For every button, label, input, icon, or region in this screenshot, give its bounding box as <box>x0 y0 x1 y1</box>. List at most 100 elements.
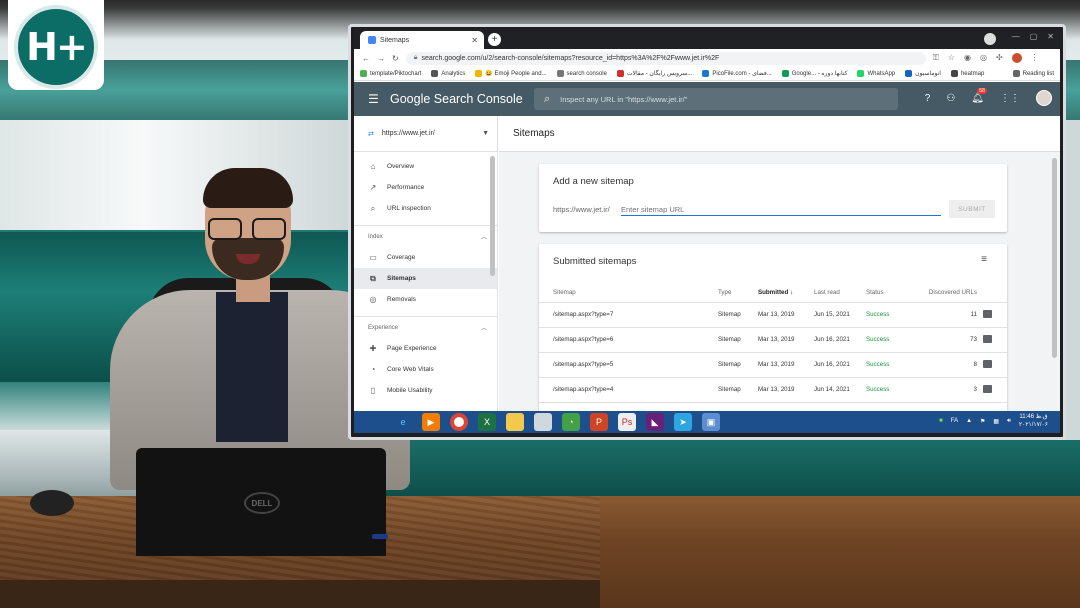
sidebar-item-mobile-usability[interactable]: ▯ Mobile Usability <box>354 380 497 401</box>
table-row[interactable]: /sitemap.aspx?type=6 Sitemap Mar 13, 201… <box>539 327 1007 353</box>
main-scrollbar[interactable] <box>1052 158 1057 358</box>
column-header-discovered-urls[interactable]: Discovered URLs <box>902 284 983 303</box>
notifications-icon[interactable]: 🔔︎ 58 <box>971 87 987 104</box>
sidebar-section-index[interactable]: Index ︿ <box>354 225 497 247</box>
extension2-icon[interactable]: ◎ <box>980 53 987 63</box>
powerpoint-icon[interactable]: P <box>590 413 608 431</box>
new-tab-button[interactable]: + <box>488 33 501 46</box>
column-header-status[interactable]: Status <box>852 284 902 303</box>
sidebar-item-removals[interactable]: ◎ Removals <box>354 289 497 310</box>
folder-icon[interactable] <box>506 413 524 431</box>
cell-chart[interactable] <box>983 302 1007 328</box>
table-row[interactable]: /sitemap.aspx?type=5 Sitemap Mar 13, 201… <box>539 352 1007 378</box>
network-icon[interactable]: ▦ <box>993 418 999 425</box>
property-selector[interactable]: ⇄ https://www.jet.ir/ ▼ <box>354 116 497 152</box>
table-row[interactable]: /sitemap.aspx?type=7 Sitemap Mar 13, 201… <box>539 302 1007 328</box>
reload-icon[interactable]: ↻ <box>392 54 399 63</box>
arrow-down-icon: ↓ <box>789 289 794 297</box>
url-field[interactable]: 🔒︎ search.google.com/u/2/search-console/… <box>405 51 926 65</box>
cell-chart[interactable] <box>983 377 1007 403</box>
bookmark-item[interactable]: search console <box>556 70 607 77</box>
key-icon[interactable]: ⚿ <box>933 53 939 63</box>
bookmark-item[interactable]: template/Piktochart <box>360 70 421 77</box>
bar-chart-icon[interactable] <box>983 334 992 343</box>
sidebar-section-experience[interactable]: Experience ︿ <box>354 316 497 338</box>
search-icon: ⌕ <box>544 92 551 105</box>
sidebar-item-sitemaps[interactable]: ⧉ Sitemaps <box>354 268 497 289</box>
reading-list[interactable]: Reading list <box>1012 70 1060 77</box>
maximize-icon[interactable]: ▢ <box>1030 32 1038 41</box>
bookmark-item[interactable]: انوماسیون <box>905 70 941 77</box>
clock[interactable]: 11:46 ق.ظ ۲۰۲۱/۱۷/۰۶ <box>1019 413 1048 429</box>
ie-icon[interactable]: e <box>394 413 412 431</box>
sidebar-item-url-inspection[interactable]: ⌕ URL inspection <box>354 198 497 219</box>
cell-chart[interactable] <box>983 327 1007 353</box>
browser-menu-icon[interactable]: ⋮ <box>1031 53 1039 63</box>
star-icon[interactable]: ☆ <box>948 53 955 63</box>
desk-pen <box>372 534 388 539</box>
cell-chart[interactable] <box>983 352 1007 378</box>
bookmark-item[interactable]: Google... - کتابها دوره <box>781 70 847 77</box>
extension-icon[interactable]: ◉ <box>964 53 971 63</box>
visual-studio-icon[interactable]: ◣ <box>646 413 664 431</box>
window-controls: — ▢ ✕ <box>1012 32 1054 41</box>
column-header-sitemap[interactable]: Sitemap <box>539 284 704 303</box>
column-header-submitted[interactable]: Submitted ↓ <box>744 284 800 303</box>
profile-avatar[interactable] <box>1011 53 1022 63</box>
sidebar-item-page-experience[interactable]: ✚ Page Experience <box>354 338 497 359</box>
flag-icon[interactable]: ⚑ <box>980 418 985 425</box>
home-icon: ⌂ <box>370 162 376 171</box>
sidebar-item-overview[interactable]: ⌂ Overview <box>354 156 497 177</box>
table-row[interactable]: /sitemap.aspx?type=4 Sitemap Mar 13, 201… <box>539 377 1007 403</box>
wifi-app-icon[interactable]: ◔ <box>562 413 580 431</box>
tray-arrow-icon[interactable]: ▲ <box>966 418 972 424</box>
cell-submitted: Mar 13, 2019 <box>744 377 800 403</box>
column-header-type[interactable]: Type <box>704 284 744 303</box>
browser-tab[interactable]: Sitemaps ✕ <box>360 31 484 49</box>
window-app-icon[interactable]: ▣ <box>702 413 720 431</box>
gsc-logo[interactable]: Google Search Console <box>390 92 523 106</box>
bar-chart-icon[interactable] <box>983 359 992 368</box>
column-header-last-read[interactable]: Last read <box>800 284 852 303</box>
cell-submitted: Mar 13, 2019 <box>744 352 800 378</box>
inspect-url-search[interactable]: ⌕ Inspect any URL in "https://www.jet.ir… <box>534 88 898 110</box>
excel-icon[interactable]: X <box>478 413 496 431</box>
sitemap-url-input[interactable] <box>621 203 941 216</box>
filter-icon[interactable]: ≡ <box>981 254 987 265</box>
add-sitemap-title: Add a new sitemap <box>553 176 634 187</box>
bar-chart-icon[interactable] <box>983 309 992 318</box>
close-window-icon[interactable]: ✕ <box>1047 32 1054 41</box>
bookmark-item[interactable]: heatmap <box>950 70 984 77</box>
forward-icon[interactable]: → <box>377 54 385 63</box>
taskbar-apps: e ▶ X ◔ P Ps ◣ ➤ ▣ <box>394 413 720 431</box>
photoshop-icon[interactable]: Ps <box>618 413 636 431</box>
back-icon[interactable]: ← <box>362 54 370 63</box>
users-settings-icon[interactable]: ⚇ <box>946 93 955 104</box>
sidebar-scrollbar[interactable] <box>490 156 495 276</box>
bookmark-item[interactable]: Analytics <box>431 70 465 77</box>
bookmark-item[interactable]: PicoFile.com - فضای... <box>702 70 772 77</box>
bookmark-item[interactable]: 😀 Emoji People and... <box>475 70 547 77</box>
sidebar-item-coverage[interactable]: ▭ Coverage <box>354 247 497 268</box>
telegram-icon[interactable]: ➤ <box>674 413 692 431</box>
help-icon[interactable]: ? <box>925 93 931 104</box>
menu-icon[interactable]: ☰ <box>368 92 380 106</box>
sidebar-item-performance[interactable]: ↗ Performance <box>354 177 497 198</box>
puzzle-icon[interactable]: ✣ <box>996 53 1003 63</box>
volume-icon[interactable]: 🔊︎ <box>1007 418 1011 425</box>
bookmark-item[interactable]: WhatsApp <box>857 70 895 77</box>
minimize-icon[interactable]: — <box>1012 32 1020 41</box>
record-icon[interactable] <box>984 33 996 45</box>
notepad-icon[interactable] <box>534 413 552 431</box>
apps-grid-icon[interactable]: ⋮⋮ <box>1000 93 1020 104</box>
bookmark-item[interactable]: سرویس رایگان - مقالات... <box>616 70 692 77</box>
submit-button[interactable]: SUBMIT <box>949 200 995 218</box>
close-tab-icon[interactable]: ✕ <box>471 36 478 45</box>
user-avatar[interactable] <box>1036 90 1052 106</box>
sidebar-item-core-web-vitals[interactable]: ◔ Core Web Vitals <box>354 359 497 380</box>
media-player-icon[interactable]: ▶ <box>422 413 440 431</box>
bar-chart-icon[interactable] <box>983 384 992 393</box>
chrome-icon[interactable] <box>450 413 468 431</box>
input-language[interactable]: FA <box>951 418 958 424</box>
tray-app-icon[interactable]: ■ <box>939 418 943 424</box>
